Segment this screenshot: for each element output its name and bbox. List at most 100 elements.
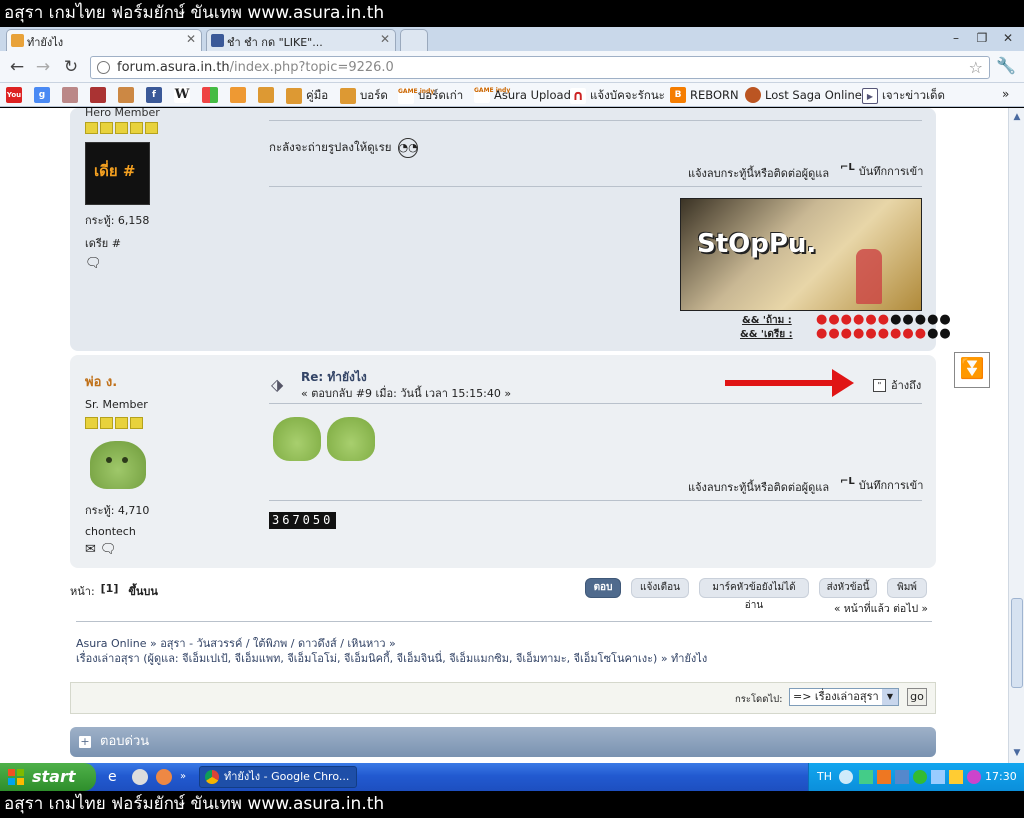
forward-arrow-icon[interactable]: → bbox=[32, 57, 54, 77]
close-icon[interactable]: ✕ bbox=[380, 32, 390, 46]
quote-button[interactable]: " อ้างถึง bbox=[873, 376, 921, 394]
print-button[interactable]: พิมพ์ bbox=[887, 578, 927, 598]
bookmark-bug-report[interactable]: ∩ แจ้งบัคจะรักนะ bbox=[570, 87, 665, 105]
page-info-icon bbox=[97, 61, 110, 74]
jump-selected: => เรื่องเล่าอสุรา bbox=[793, 690, 879, 703]
scroll-up-icon[interactable]: ▲ bbox=[1011, 112, 1023, 124]
quicklaunch-icon[interactable] bbox=[132, 769, 148, 785]
language-indicator[interactable]: TH bbox=[817, 763, 832, 791]
pm-icon[interactable]: 🗨 bbox=[85, 256, 160, 271]
lostsaga-icon bbox=[745, 87, 761, 103]
posts-count: กระทู้: 6,158 bbox=[85, 214, 150, 227]
post-icon: ⬗ bbox=[271, 375, 284, 394]
ie-icon[interactable]: e bbox=[108, 769, 124, 785]
maximize-icon[interactable]: ❐ bbox=[970, 29, 994, 47]
network-icon[interactable] bbox=[931, 770, 945, 784]
blogger-icon: B bbox=[670, 87, 686, 103]
bookmark-4[interactable] bbox=[90, 87, 106, 103]
breadcrumb-line-2[interactable]: เรื่องเล่าอสุรา (ผู้ดูแล: จีเอ็มเปเป้, จ… bbox=[76, 651, 707, 666]
url-path: /index.php?topic=9226.0 bbox=[229, 60, 394, 75]
report-link[interactable]: แจ้งลบกระทู้นี้หรือติดต่อผู้ดูแล bbox=[688, 164, 829, 182]
tab-facebook[interactable]: ชำ ชำ กด "LIKE"... ✕ bbox=[206, 29, 396, 51]
breadcrumb-line-1[interactable]: Asura Online » อสุรา - วันสวรรค์ / ใต้พิ… bbox=[76, 636, 707, 651]
ip-icon: ⌐L bbox=[840, 162, 855, 173]
tab-label: ทำยังไง bbox=[27, 36, 64, 49]
volume-icon[interactable] bbox=[949, 770, 963, 784]
close-icon[interactable]: ✕ bbox=[186, 32, 196, 46]
page-viewport: Hero Member เดี่ย # กระทู้: 6,158 เดรีย … bbox=[0, 108, 1008, 763]
bookmark-manual[interactable]: คู่มือ bbox=[286, 87, 328, 105]
tray-icon[interactable] bbox=[895, 770, 909, 784]
tab-strip: ทำยังไง ✕ ชำ ชำ กด "LIKE"... ✕ – ❐ ✕ bbox=[0, 27, 1024, 51]
send-topic-button[interactable]: ส่งหัวข้อนี้ bbox=[819, 578, 877, 598]
go-button[interactable]: go bbox=[907, 688, 927, 706]
gameindy-icon: GAME indy bbox=[398, 88, 434, 104]
email-icon[interactable]: ✉ bbox=[85, 542, 96, 557]
bookmark-board[interactable]: บอร์ด bbox=[340, 87, 388, 105]
prev-next-links[interactable]: « หน้าที่แล้ว ต่อไป » bbox=[834, 600, 928, 617]
bookmark-old-board[interactable]: GAME indy บอร์ดเก่า bbox=[398, 87, 463, 105]
bookmark-label: คู่มือ bbox=[306, 88, 329, 102]
start-button[interactable]: start bbox=[0, 763, 96, 791]
bookmark-news[interactable]: ▶ เจาะข่าวเด็ด bbox=[862, 87, 945, 105]
personal-text: chontech bbox=[85, 525, 136, 538]
notify-button[interactable]: แจ้งเตือน bbox=[631, 578, 689, 598]
tray-expand-icon[interactable] bbox=[839, 770, 853, 784]
bookmarks-bar: You g f W คู่มือ บอร์ด GAME indy บอร์ดเก่… bbox=[0, 83, 1024, 107]
pm-icon[interactable]: 🗨 bbox=[100, 542, 117, 557]
reload-icon[interactable]: ↻ bbox=[60, 57, 82, 77]
forum-post: พ่อ ง. Sr. Member กระทู้: 4,710 chontech… bbox=[70, 355, 936, 568]
bookmark-5[interactable] bbox=[118, 87, 134, 103]
tray-icon[interactable] bbox=[877, 770, 891, 784]
bookmark-lost-saga[interactable]: Lost Saga Online bbox=[745, 87, 862, 103]
bookmark-3[interactable] bbox=[62, 87, 78, 103]
quick-reply-bar[interactable]: + ตอบด่วน bbox=[70, 727, 936, 757]
new-tab-button[interactable] bbox=[400, 29, 428, 51]
bookmark-windows[interactable] bbox=[202, 87, 218, 103]
back-arrow-icon[interactable]: ← bbox=[6, 57, 28, 77]
minimize-icon[interactable]: – bbox=[944, 29, 968, 47]
bookmark-youtube[interactable]: You bbox=[6, 87, 22, 103]
tray-icon[interactable] bbox=[913, 770, 927, 784]
bookmark-google[interactable]: g bbox=[34, 87, 50, 103]
scroll-thumb[interactable] bbox=[1011, 598, 1023, 688]
avatar-text: เดี่ย # bbox=[94, 162, 136, 180]
vertical-scrollbar[interactable]: ▲ ▼ bbox=[1008, 108, 1024, 763]
wrench-icon[interactable]: 🔧 bbox=[996, 56, 1016, 75]
bookmark-reborn[interactable]: B REBORN bbox=[670, 87, 739, 103]
breadcrumb: Asura Online » อสุรา - วันสวรรค์ / ใต้พิ… bbox=[76, 636, 707, 666]
scroll-down-icon[interactable]: ⏬ bbox=[954, 352, 990, 388]
tray-icon[interactable] bbox=[967, 770, 981, 784]
address-bar[interactable]: forum.asura.in.th/index.php?topic=9226.0… bbox=[90, 56, 990, 79]
bookmark-star-icon[interactable]: ☆ bbox=[969, 57, 983, 78]
bookmark-asura-upload[interactable]: GAME indy Asura Upload bbox=[474, 87, 571, 103]
reply-button[interactable]: ตอบ bbox=[585, 578, 621, 598]
url-host: forum.asura.in.th bbox=[117, 60, 230, 75]
go-up-link[interactable]: ขึ้นบน bbox=[128, 582, 158, 600]
quicklaunch-icon[interactable] bbox=[156, 769, 172, 785]
current-page[interactable]: [1] bbox=[101, 582, 119, 600]
asura-icon bbox=[286, 88, 302, 104]
report-link[interactable]: แจ้งลบกระทู้นี้หรือติดต่อผู้ดูแล bbox=[688, 478, 829, 496]
mark-unread-button[interactable]: มาร์คหัวข้อยังไม่ได้อ่าน bbox=[699, 578, 809, 611]
close-window-icon[interactable]: ✕ bbox=[996, 29, 1020, 47]
logged-ip: ⌐L บันทึกการเข้า bbox=[840, 476, 923, 494]
jump-select[interactable]: => เรื่องเล่าอสุรา ▼ bbox=[789, 688, 899, 706]
bookmark-icon: ∩ bbox=[570, 88, 586, 104]
tab-active[interactable]: ทำยังไง ✕ bbox=[6, 29, 202, 51]
username-link[interactable]: พ่อ ง. bbox=[85, 371, 149, 392]
jump-to-box: กระโดดไป: => เรื่องเล่าอสุรา ▼ go bbox=[70, 682, 936, 714]
taskbar-item-chrome[interactable]: ทำยังไง - Google Chro... bbox=[199, 766, 357, 788]
tray-icon[interactable] bbox=[859, 770, 873, 784]
system-tray: TH 17:30 bbox=[808, 763, 1024, 791]
quicklaunch-overflow-icon[interactable]: » bbox=[180, 771, 186, 782]
reply-info: « ตอบกลับ #9 เมื่อ: วันนี้ เวลา 15:15:40… bbox=[301, 387, 512, 400]
bookmark-wikipedia[interactable]: W bbox=[174, 87, 190, 103]
logged-ip-label: บันทึกการเข้า bbox=[858, 479, 924, 492]
signature-banner: StOpPu. bbox=[680, 198, 922, 311]
bookmark-10[interactable] bbox=[258, 87, 274, 103]
bookmark-9[interactable] bbox=[230, 87, 246, 103]
bookmarks-overflow-icon[interactable]: » bbox=[1002, 87, 1009, 101]
scroll-down-arrow-icon[interactable]: ▼ bbox=[1011, 748, 1023, 760]
bookmark-facebook[interactable]: f bbox=[146, 87, 162, 103]
